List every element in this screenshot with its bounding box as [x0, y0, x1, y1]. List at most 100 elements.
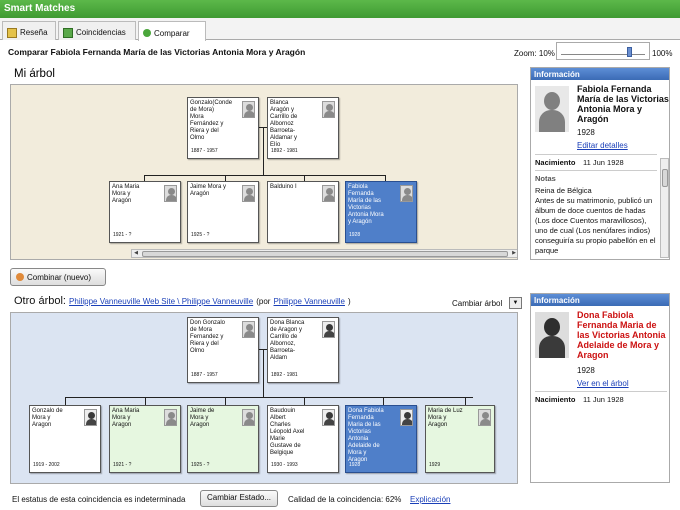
birth-value: 11 Jun 1928 — [583, 395, 624, 404]
overview-icon — [7, 27, 17, 38]
person-dates: 1928 — [349, 462, 361, 468]
info-panel-header: Información — [531, 68, 669, 80]
silhouette-icon — [400, 185, 413, 202]
explanation-link[interactable]: Explicación — [410, 495, 450, 504]
scrollbar-thumb[interactable] — [662, 169, 668, 187]
person-card[interactable]: Don Gonzalo de Mora Fernandez y Riera y … — [187, 317, 259, 383]
change-tree-label: Cambiar árbol — [452, 299, 503, 308]
my-tree-header: Mi árbol — [14, 68, 55, 80]
page-title: Comparar Fabiola Fernanda María de las V… — [8, 47, 306, 57]
person-card[interactable]: Ana Maria Mora y Aragón 1921 - ? — [109, 181, 181, 243]
person-card-selected[interactable]: Dona Fabiola Fernanda Maria de las Victo… — [345, 405, 417, 473]
match-status-text: El estatus de esta coincidencia es indet… — [12, 495, 186, 504]
tab-overview[interactable]: Reseña — [2, 21, 56, 40]
person-name: Fabiola Fernanda María de las Victorias … — [348, 184, 384, 225]
person-dates: 1921 - ? — [113, 232, 132, 238]
person-name: Jaime de Mora y Aragon — [190, 408, 215, 428]
change-tree-dropdown-icon[interactable]: ▼ — [509, 297, 522, 309]
zoom-slider[interactable] — [556, 42, 650, 60]
birth-label: Nacimiento — [535, 395, 576, 404]
by-text: (por — [256, 297, 271, 306]
info-person-name: Dona Fabiola Fernanda Maria de las Victo… — [577, 310, 666, 360]
person-dates: 1921 - ? — [113, 462, 132, 468]
zoom-max-label: 100% — [652, 49, 673, 58]
silhouette-icon — [242, 321, 255, 338]
person-dates: 1892 - 1981 — [271, 148, 298, 154]
person-dates: 1887 - 1957 — [191, 372, 218, 378]
source-site-link[interactable]: Philippe Vanneuville Web Site \ Philippe… — [69, 297, 253, 306]
person-photo — [535, 312, 569, 358]
tab-compare-label: Comparar — [154, 28, 190, 38]
my-tree-canvas[interactable]: Gonzalo(Conde de Mora) Mora Fernández y … — [10, 84, 518, 260]
person-card[interactable]: Blanca Aragón y Carrillo de Albornoz Bar… — [267, 97, 339, 159]
person-card[interactable]: Jaime Mora y Aragón 1925 - ? — [187, 181, 259, 243]
person-name: Don Gonzalo de Mora Fernandez y Riera y … — [190, 320, 226, 354]
my-tree-info-panel: Información Fabiola Fernanda María de la… — [530, 67, 670, 260]
author-link[interactable]: Philippe Vanneuville — [274, 297, 345, 306]
person-photo — [84, 409, 97, 426]
person-card-selected[interactable]: Fabiola Fernanda María de las Victorias … — [345, 181, 417, 243]
person-dates: 1925 - ? — [191, 462, 210, 468]
person-card[interactable]: Jaime de Mora y Aragon 1925 - ? — [187, 405, 259, 473]
person-name: Maria de Luz Mora y Aragon — [428, 408, 463, 428]
compare-people-icon — [143, 29, 151, 37]
person-card[interactable]: Ana Maria Mora y Aragon 1921 - ? — [109, 405, 181, 473]
silhouette-icon — [535, 86, 569, 132]
person-card[interactable]: Dona Blanca de Aragon y Carrillo de Albo… — [267, 317, 339, 383]
person-name: Dona Fabiola Fernanda Maria de las Victo… — [348, 408, 384, 463]
merge-button-label: Combinar (nuevo) — [27, 272, 92, 282]
person-name: Dona Blanca de Aragon y Carrillo de Albo… — [270, 320, 305, 361]
by-close: ) — [348, 297, 351, 306]
person-dates: 1919 - 2002 — [33, 462, 60, 468]
scroll-left-icon[interactable]: ◀ — [132, 250, 140, 257]
person-dates: 1930 - 1993 — [271, 462, 298, 468]
tab-matches[interactable]: Coincidencias — [58, 21, 136, 40]
scrollbar-thumb[interactable] — [142, 251, 508, 257]
person-card[interactable]: Baudouin Albert Charles Léopold Axel Mar… — [267, 405, 339, 473]
silhouette-icon — [242, 185, 255, 202]
matches-icon — [63, 27, 73, 38]
other-tree-canvas[interactable]: Don Gonzalo de Mora Fernandez y Riera y … — [10, 312, 518, 484]
tab-compare[interactable]: Comparar — [138, 21, 206, 41]
birth-label: Nacimiento — [535, 158, 576, 167]
person-dates: 1892 - 1981 — [271, 372, 298, 378]
person-photo — [322, 321, 335, 338]
person-name: Gonzalo de Mora y Aragon — [32, 408, 63, 428]
person-dates: 1887 - 1957 — [191, 148, 218, 154]
info-person-name: Fabiola Fernanda María de las Victorias … — [577, 84, 669, 124]
scroll-right-icon[interactable]: ▶ — [510, 250, 517, 257]
person-name: Gonzalo(Conde de Mora) Mora Fernández y … — [190, 100, 233, 141]
person-name: Ana Maria Mora y Aragon — [112, 408, 140, 428]
edit-details-link[interactable]: Editar detalles — [577, 141, 628, 150]
person-name: Ana Maria Mora y Aragón — [112, 184, 140, 204]
other-tree-header: Otro árbol: Philippe Vanneuville Web Sit… — [14, 295, 351, 307]
view-in-tree-link[interactable]: Ver en el árbol — [577, 379, 629, 388]
zoom-slider-thumb[interactable] — [626, 47, 632, 57]
info-panel-header: Información — [531, 294, 669, 306]
person-card[interactable]: Balduino I — [267, 181, 339, 243]
tab-bar: Reseña Coincidencias Comparar — [0, 18, 680, 41]
person-dates: 1925 - ? — [191, 232, 210, 238]
person-dates: 1929 — [429, 462, 441, 468]
tab-matches-label: Coincidencias — [76, 28, 126, 37]
person-card[interactable]: Gonzalo de Mora y Aragon 1919 - 2002 — [29, 405, 101, 473]
person-name: Jaime Mora y Aragón — [190, 184, 227, 197]
silhouette-icon — [242, 101, 255, 118]
merge-button[interactable]: Combinar (nuevo) — [10, 268, 106, 286]
birth-value: 11 Jun 1928 — [583, 158, 624, 167]
zoom-label: Zoom: 10% — [514, 49, 555, 58]
person-name: Blanca Aragón y Carrillo de Albornoz Bar… — [270, 100, 298, 148]
person-photo — [400, 409, 413, 426]
person-card[interactable]: Maria de Luz Mora y Aragon 1929 — [425, 405, 495, 473]
info-vertical-scrollbar[interactable] — [660, 158, 669, 258]
silhouette-icon — [478, 409, 491, 426]
window-title: Smart Matches — [0, 0, 680, 18]
my-tree-horizontal-scrollbar[interactable]: ◀ ▶ — [131, 249, 517, 258]
other-tree-label: Otro árbol: — [14, 295, 66, 307]
change-status-button[interactable]: Cambiar Estado... — [200, 490, 278, 507]
silhouette-icon — [322, 101, 335, 118]
person-card[interactable]: Gonzalo(Conde de Mora) Mora Fernández y … — [187, 97, 259, 159]
match-quality: Calidad de la coincidencia: 62% — [288, 495, 402, 504]
notes-label: Notas — [535, 174, 556, 183]
other-tree-info-panel: Información Dona Fabiola Fernanda Maria … — [530, 293, 670, 483]
